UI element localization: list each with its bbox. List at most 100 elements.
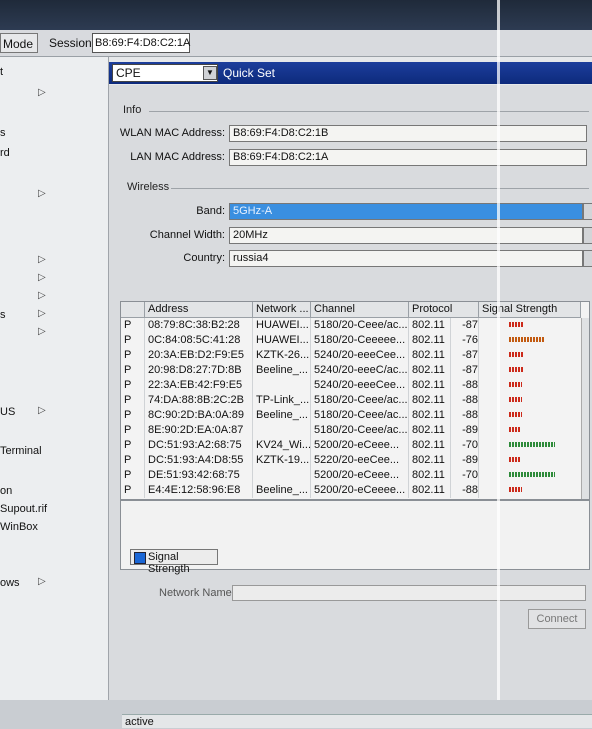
mode-button[interactable]: Mode: [0, 33, 38, 53]
table-cell-protocol: 802.11: [409, 363, 451, 378]
table-cell-protocol: 802.11: [409, 378, 451, 393]
lan-mac-label: LAN MAC Address:: [130, 151, 225, 163]
sidebar-item-label: WinBox: [0, 521, 38, 533]
table-cell-protocol: 802.11: [409, 483, 451, 498]
table-row[interactable]: P 8E:90:2D:EA:0A:87 5180/20-Ceee/ac... 802.…: [121, 423, 581, 438]
country-select[interactable]: russia4: [229, 250, 583, 267]
status-bar: active: [122, 714, 592, 728]
table-row[interactable]: P 74:DA:88:8B:2C:2B TP-Link_... 5180/20-Cee…: [121, 393, 581, 408]
chevron-down-icon[interactable]: [583, 250, 592, 267]
sidebar-item[interactable]: s: [0, 125, 108, 143]
session-label: Session:: [49, 36, 96, 50]
table-row[interactable]: P DC:51:93:A4:D8:55 KZTK-19... 5220/20-eeCe…: [121, 453, 581, 468]
table-cell-network: HUAWEI...: [253, 333, 311, 348]
sidebar-item[interactable]: Supout.rif: [0, 501, 108, 519]
column-header[interactable]: Signal Strength: [479, 302, 581, 318]
column-header[interactable]: [121, 302, 145, 318]
table-cell-flag: P: [121, 393, 145, 408]
network-name-label: Network Name:: [159, 587, 235, 599]
table-row[interactable]: P 8C:90:2D:BA:0A:89 Beeline_... 5180/20-Cee…: [121, 408, 581, 423]
table-row[interactable]: P 0C:84:08:5C:41:28 HUAWEI... 5180/20-Ceeee…: [121, 333, 581, 348]
table-cell-network: TP-Link_...: [253, 393, 311, 408]
table-row[interactable]: P 20:3A:EB:D2:F9:E5 KZTK-26... 5240/20-eeeC…: [121, 348, 581, 363]
table-row[interactable]: P DC:51:93:A2:68:75 KV24_Wi... 5200/20-eCee…: [121, 438, 581, 453]
signal-bar: [509, 397, 522, 402]
table-cell-channel: 5240/20-eeeC/ac...: [311, 363, 409, 378]
signal-bar: [509, 427, 520, 432]
wlan-mac-field[interactable]: B8:69:F4:D8:C2:1B: [229, 125, 587, 142]
sidebar-item-label: rd: [0, 147, 10, 159]
sidebar-item[interactable]: ▷: [0, 325, 108, 343]
sidebar-item[interactable]: on: [0, 483, 108, 501]
sidebar-item[interactable]: t: [0, 64, 108, 82]
sidebar-item[interactable]: s ▷: [0, 307, 108, 325]
column-header[interactable]: Address: [145, 302, 253, 318]
table-cell-signal: -89: [451, 423, 479, 438]
graph-legend: Signal Strength: [130, 549, 218, 575]
submenu-arrow-icon: ▷: [38, 272, 46, 283]
table-row[interactable]: P DE:51:93:42:68:75 5200/20-eCeee... 802.11…: [121, 468, 581, 483]
chevron-down-icon[interactable]: [583, 227, 592, 244]
submenu-arrow-icon: ▷: [38, 405, 46, 416]
sidebar-item[interactable]: US ▷: [0, 404, 108, 422]
sidebar-menu: t ▷ s rd ▷ ▷ ▷ ▷ s ▷ ▷ US ▷ Terminal on Supout.rif WinBo…: [0, 57, 109, 700]
connect-button[interactable]: Connect: [528, 609, 586, 629]
sidebar-item[interactable]: ▷: [0, 187, 108, 205]
table-cell-address: 74:DA:88:8B:2C:2B: [145, 393, 253, 408]
table-cell-address: 8E:90:2D:EA:0A:87: [145, 423, 253, 438]
sidebar-item[interactable]: ▷: [0, 253, 108, 271]
table-row[interactable]: P E4:4E:12:58:96:E8 Beeline_... 5200/20-eCe…: [121, 483, 581, 498]
sidebar-item[interactable]: [0, 227, 108, 245]
submenu-arrow-icon: ▷: [38, 326, 46, 337]
chevron-down-icon[interactable]: [583, 203, 592, 220]
sidebar-item[interactable]: Terminal: [0, 443, 108, 461]
sidebar-item[interactable]: ▷: [0, 271, 108, 289]
top-toolbar: Mode Session: B8:69:F4:D8:C2:1A: [0, 30, 592, 57]
band-select[interactable]: 5GHz-A: [229, 203, 583, 220]
lan-mac-field[interactable]: B8:69:F4:D8:C2:1A: [229, 149, 587, 166]
network-name-field[interactable]: [232, 585, 586, 601]
table-cell-signal: -87: [451, 318, 479, 333]
table-cell-channel: 5240/20-eeeCee...: [311, 348, 409, 363]
sidebar-item-label: t: [0, 66, 4, 78]
table-cell-network: KV24_Wi...: [253, 438, 311, 453]
sidebar-item[interactable]: [0, 343, 108, 361]
sidebar-item[interactable]: ▷: [0, 86, 108, 104]
sidebar-item[interactable]: [0, 424, 108, 442]
submenu-arrow-icon: ▷: [38, 308, 46, 319]
table-cell-protocol: 802.11: [409, 318, 451, 333]
sidebar-item[interactable]: rd: [0, 145, 108, 163]
wlan-mac-label: WLAN MAC Address:: [119, 127, 225, 139]
table-cell-channel: 5180/20-Ceee/ac...: [311, 423, 409, 438]
sidebar-item[interactable]: [0, 463, 108, 481]
sidebar-item[interactable]: ▷: [0, 289, 108, 307]
table-row[interactable]: P 20:98:D8:27:7D:8B Beeline_... 5240/20-eee…: [121, 363, 581, 378]
channel-width-select[interactable]: 20MHz: [229, 227, 583, 244]
table-cell-address: 20:98:D8:27:7D:8B: [145, 363, 253, 378]
table-cell-channel: 5200/20-eCeee...: [311, 438, 409, 453]
table-cell-channel: 5180/20-Ceee/ac...: [311, 393, 409, 408]
table-cell-channel: 5200/20-eCeeee...: [311, 483, 409, 498]
column-header[interactable]: Network ...: [253, 302, 311, 318]
sidebar-item-label: s: [0, 309, 6, 321]
column-header[interactable]: Protocol: [409, 302, 479, 318]
session-field[interactable]: B8:69:F4:D8:C2:1A: [92, 33, 190, 53]
info-group-title: Info: [123, 104, 142, 116]
sidebar-item-label: s: [0, 127, 6, 139]
signal-bar: [509, 442, 555, 447]
signal-bar: [509, 457, 520, 462]
table-cell-network: [253, 378, 311, 393]
chevron-down-icon[interactable]: ▼: [203, 66, 217, 80]
signal-bar: [509, 367, 524, 372]
vertical-scrollbar[interactable]: [581, 318, 589, 499]
sidebar-item[interactable]: [0, 557, 108, 575]
signal-bar: [509, 412, 522, 417]
sidebar-item[interactable]: ows ▷: [0, 575, 108, 593]
table-cell-address: DC:51:93:A2:68:75: [145, 438, 253, 453]
table-row[interactable]: P 08:79:8C:38:B2:28 HUAWEI... 5180/20-Ceee/…: [121, 318, 581, 333]
table-row[interactable]: P 22:3A:EB:42:F9:E5 5240/20-eeeCee... 802.1…: [121, 378, 581, 393]
table-cell-signal: -87: [451, 363, 479, 378]
sidebar-item[interactable]: WinBox: [0, 519, 108, 537]
wireless-group-title: Wireless: [127, 181, 170, 193]
column-header[interactable]: Channel: [311, 302, 409, 318]
